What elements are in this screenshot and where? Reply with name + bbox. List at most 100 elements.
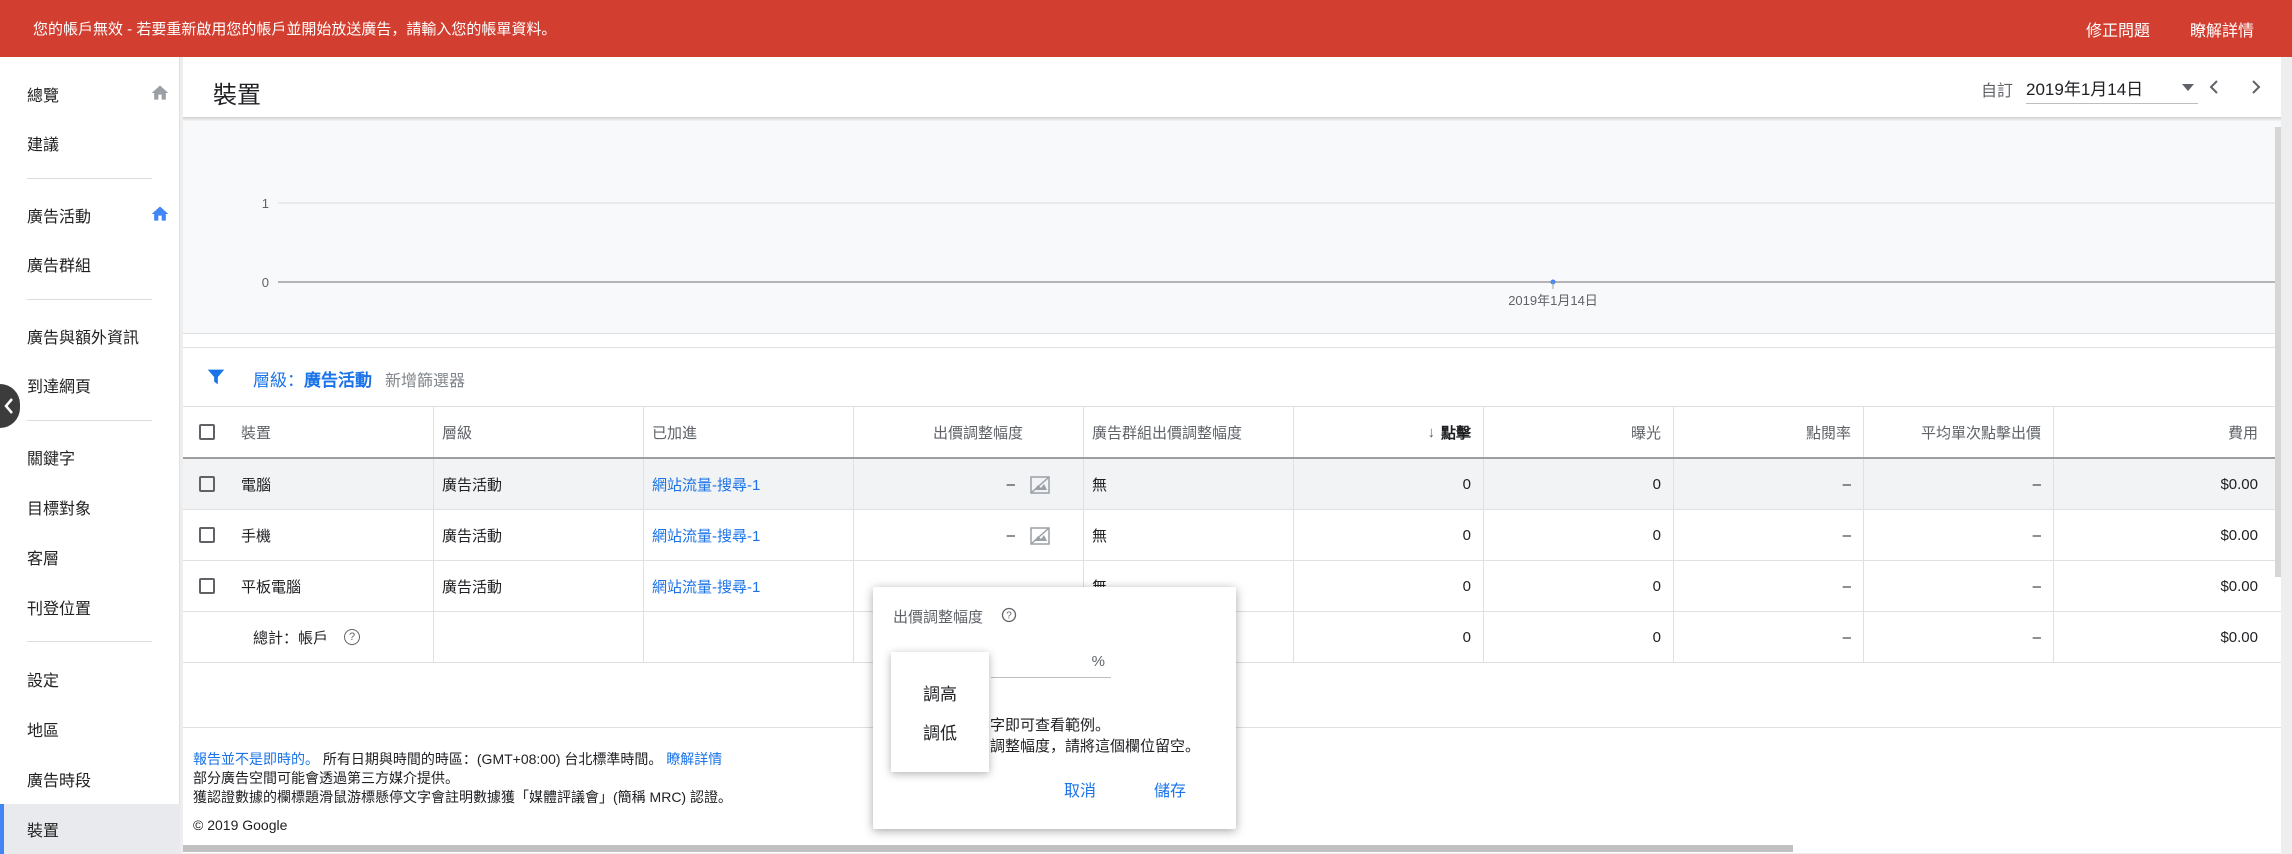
avg-cpc-cell: – xyxy=(1864,459,2054,509)
empty-cell xyxy=(644,612,854,662)
option-increase[interactable]: 調高 xyxy=(891,673,989,711)
impressions-cell: 0 xyxy=(1484,612,1674,662)
sidebar-item-label: 目標對象 xyxy=(27,501,92,518)
chevron-left-icon[interactable] xyxy=(2202,75,2226,99)
bid-adj-cell[interactable]: – xyxy=(854,459,1084,509)
cost-cell: $0.00 xyxy=(2220,475,2258,493)
clicks-cell: 0 xyxy=(1294,612,1484,662)
footer-line-2: 部分廣告空間可能會透過第三方媒介提供。 xyxy=(193,770,459,786)
sidebar-item-ad-schedule[interactable]: 廣告時段 xyxy=(0,754,180,804)
level-filter-chip[interactable]: 層級：廣告活動 xyxy=(253,366,372,391)
date-range-select[interactable]: 2019年1月14日 xyxy=(2026,75,2198,104)
sidebar-item-audiences[interactable]: 目標對象 xyxy=(0,482,180,532)
clicks-cell: 0 xyxy=(1294,459,1484,509)
column-header-cost[interactable]: 費用 xyxy=(2054,407,2270,457)
row-checkbox[interactable] xyxy=(199,527,215,543)
added-to-cell: 網站流量-搜尋-1 xyxy=(644,561,854,611)
ctr-cell: – xyxy=(1674,561,1864,611)
copyright: © 2019 Google xyxy=(193,817,288,833)
cost-cell: $0.00 xyxy=(2220,526,2258,544)
avg-cpc-cell: – xyxy=(1864,561,2054,611)
sidebar-item-label: 到達網頁 xyxy=(27,379,92,396)
edit-bid-icon[interactable] xyxy=(1029,526,1051,546)
dropdown-arrow-icon xyxy=(2182,84,2194,91)
sidebar-item-label: 地區 xyxy=(27,723,60,740)
sidebar-divider xyxy=(27,178,152,179)
device-cell: 手機 xyxy=(231,510,434,560)
report-delay-link[interactable]: 報告並不是即時的。 xyxy=(193,751,319,767)
cancel-button[interactable]: 取消 xyxy=(1064,777,1096,801)
bid-adj-value: – xyxy=(1006,526,1015,544)
select-all-cell xyxy=(183,407,231,457)
sidebar-item-label: 設定 xyxy=(27,673,60,690)
account-alert-banner: 您的帳戶無效 - 若要重新啟用您的帳戶並開始放送廣告，請輸入您的帳單資料。 修正… xyxy=(0,0,2292,57)
added-to-cell: 網站流量-搜尋-1 xyxy=(644,510,854,560)
select-all-checkbox[interactable] xyxy=(199,424,215,440)
campaign-link[interactable]: 網站流量-搜尋-1 xyxy=(652,474,760,495)
impressions-cell: 0 xyxy=(1484,510,1674,560)
edit-bid-icon[interactable] xyxy=(1029,475,1051,495)
footer-learn-more-link[interactable]: 瞭解詳情 xyxy=(666,751,722,767)
level-filter-prefix: 層級： xyxy=(253,371,304,390)
total-label: 總計：帳戶 xyxy=(253,629,329,647)
sidebar-item-campaigns[interactable]: 廣告活動 xyxy=(0,190,180,240)
filter-icon[interactable] xyxy=(205,366,227,388)
avg-cpc-cell: – xyxy=(1864,510,2054,560)
campaign-link[interactable]: 網站流量-搜尋-1 xyxy=(652,525,760,546)
sidebar-item-label: 廣告與額外資訊 xyxy=(27,330,140,347)
y-tick-label: 1 xyxy=(262,196,269,211)
row-checkbox[interactable] xyxy=(199,578,215,594)
chevron-right-icon[interactable] xyxy=(2244,75,2268,99)
add-filter-button[interactable]: 新增篩選器 xyxy=(385,367,465,391)
sidebar-item-locations[interactable]: 地區 xyxy=(0,704,180,754)
column-header-adgroup-bid-adj[interactable]: 廣告群組出價調整幅度 xyxy=(1084,407,1294,457)
sidebar-nav: 總覽 建議 廣告活動 廣告群組 廣告與額外資訊 到達網頁 關鍵字 目標對象 客層… xyxy=(0,57,180,854)
help-icon[interactable]: ? xyxy=(1001,607,1017,623)
sidebar-item-label: 客層 xyxy=(27,551,60,568)
learn-more-link[interactable]: 瞭解詳情 xyxy=(2190,17,2254,41)
campaign-link[interactable]: 網站流量-搜尋-1 xyxy=(652,576,760,597)
home-icon xyxy=(151,206,169,221)
table-row: 電腦 廣告活動 網站流量-搜尋-1 – 無 0 0 – – $0.00 xyxy=(183,459,2281,510)
sidebar-item-overview[interactable]: 總覽 xyxy=(0,69,180,119)
level-cell: 廣告活動 xyxy=(434,561,644,611)
sidebar-divider xyxy=(27,641,152,642)
column-header-level[interactable]: 層級 xyxy=(434,407,644,457)
save-button[interactable]: 儲存 xyxy=(1154,777,1186,801)
column-header-impressions[interactable]: 曝光 xyxy=(1484,407,1674,457)
clicks-cell: 0 xyxy=(1294,561,1484,611)
popup-title: 出價調整幅度 xyxy=(893,609,984,626)
table-header-row: 裝置 層級 已加進 出價調整幅度 廣告群組出價調整幅度 ↓ 點擊 曝光 點閱率 平… xyxy=(183,407,2281,459)
fix-issue-link[interactable]: 修正問題 xyxy=(2086,17,2150,41)
column-header-ctr[interactable]: 點閱率 xyxy=(1674,407,1864,457)
sidebar-item-landing-pages[interactable]: 到達網頁 xyxy=(0,360,180,410)
sidebar-item-recommendations[interactable]: 建議 xyxy=(0,118,180,168)
option-decrease[interactable]: 調低 xyxy=(891,712,989,750)
sidebar-item-placements[interactable]: 刊登位置 xyxy=(0,582,180,632)
help-icon[interactable]: ? xyxy=(344,629,361,645)
sidebar-item-keywords[interactable]: 關鍵字 xyxy=(0,432,180,482)
sidebar-item-ads-extensions[interactable]: 廣告與額外資訊 xyxy=(0,311,180,361)
date-range-value: 2019年1月14日 xyxy=(2026,80,2144,99)
sidebar-item-demographics[interactable]: 客層 xyxy=(0,532,180,582)
sidebar-item-settings[interactable]: 設定 xyxy=(0,654,180,704)
bid-adj-cell[interactable]: – xyxy=(854,510,1084,560)
column-header-clicks[interactable]: ↓ 點擊 xyxy=(1294,407,1484,457)
vertical-scrollbar[interactable] xyxy=(2275,127,2281,577)
row-checkbox[interactable] xyxy=(199,476,215,492)
bid-percent-input[interactable]: % xyxy=(991,647,1111,678)
row-select-cell xyxy=(183,561,231,611)
bid-adj-value: – xyxy=(1006,475,1015,493)
table-row: 手機 廣告活動 網站流量-搜尋-1 – 無 0 0 – – $0.00 xyxy=(183,510,2281,561)
sidebar-item-devices[interactable]: 裝置 xyxy=(0,804,180,854)
timezone-text: 所有日期與時間的時區：(GMT+08:00) 台北標準時間。 xyxy=(322,751,663,767)
sidebar-item-ad-groups[interactable]: 廣告群組 xyxy=(0,239,180,289)
horizontal-scrollbar[interactable] xyxy=(183,845,1793,852)
column-header-bid-adj[interactable]: 出價調整幅度 xyxy=(854,407,1084,457)
column-header-device[interactable]: 裝置 xyxy=(231,407,434,457)
row-select-cell xyxy=(183,510,231,560)
column-header-added-to[interactable]: 已加進 xyxy=(644,407,854,457)
ctr-cell: – xyxy=(1674,612,1864,662)
column-header-avg-cpc[interactable]: 平均單次點擊出價 xyxy=(1864,407,2054,457)
sidebar-collapse-button[interactable] xyxy=(0,384,20,428)
